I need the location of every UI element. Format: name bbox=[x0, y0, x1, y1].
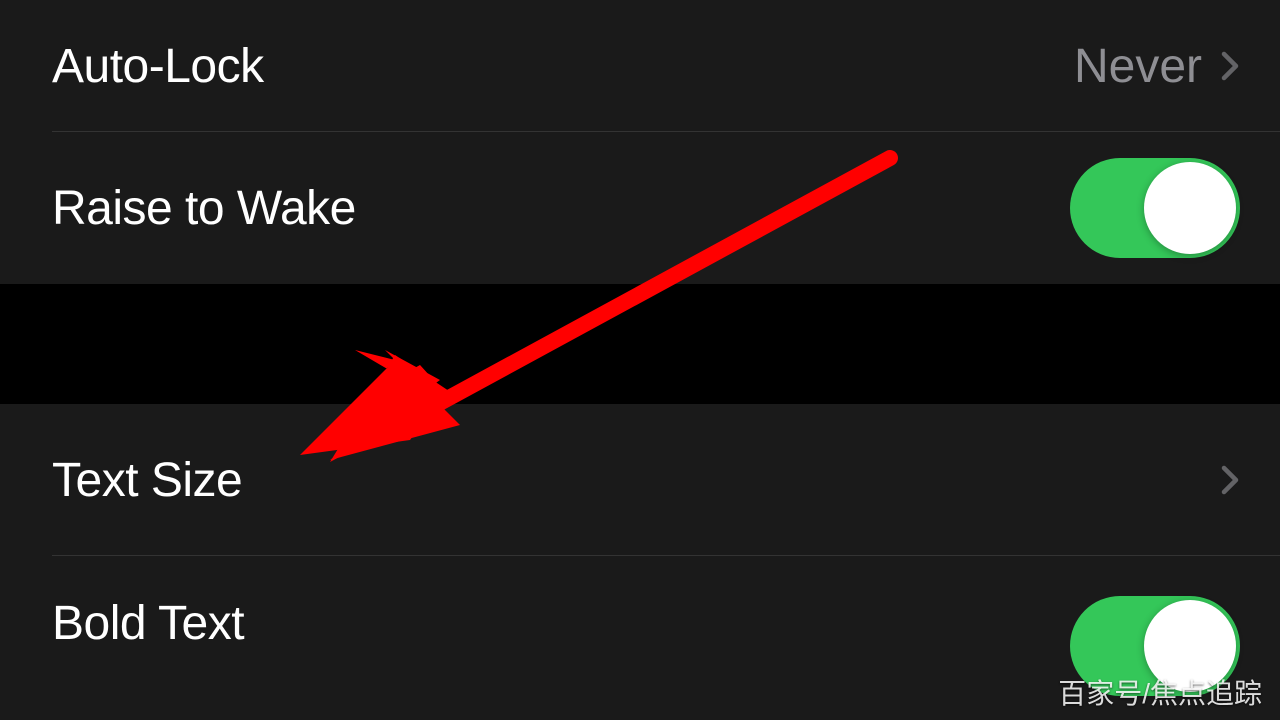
chevron-right-icon bbox=[1220, 464, 1240, 496]
row-raise-to-wake: Raise to Wake bbox=[0, 132, 1280, 284]
settings-group-display: Auto-Lock Never Raise to Wake bbox=[0, 0, 1280, 284]
auto-lock-value-container: Never bbox=[1074, 39, 1240, 94]
chevron-right-icon bbox=[1220, 50, 1240, 82]
watermark-text: 百家号/焦点追踪 bbox=[1058, 672, 1262, 712]
toggle-knob-icon bbox=[1144, 162, 1236, 254]
auto-lock-value: Never bbox=[1074, 39, 1202, 94]
raise-to-wake-label: Raise to Wake bbox=[52, 181, 356, 236]
group-separator bbox=[0, 284, 1280, 404]
text-size-label: Text Size bbox=[52, 453, 242, 508]
auto-lock-label: Auto-Lock bbox=[52, 39, 264, 94]
text-size-accessory bbox=[1220, 464, 1240, 496]
row-text-size[interactable]: Text Size bbox=[0, 404, 1280, 556]
row-auto-lock[interactable]: Auto-Lock Never bbox=[0, 0, 1280, 132]
bold-text-label: Bold Text bbox=[52, 596, 244, 651]
raise-to-wake-control bbox=[1070, 158, 1240, 258]
raise-to-wake-toggle[interactable] bbox=[1070, 158, 1240, 258]
